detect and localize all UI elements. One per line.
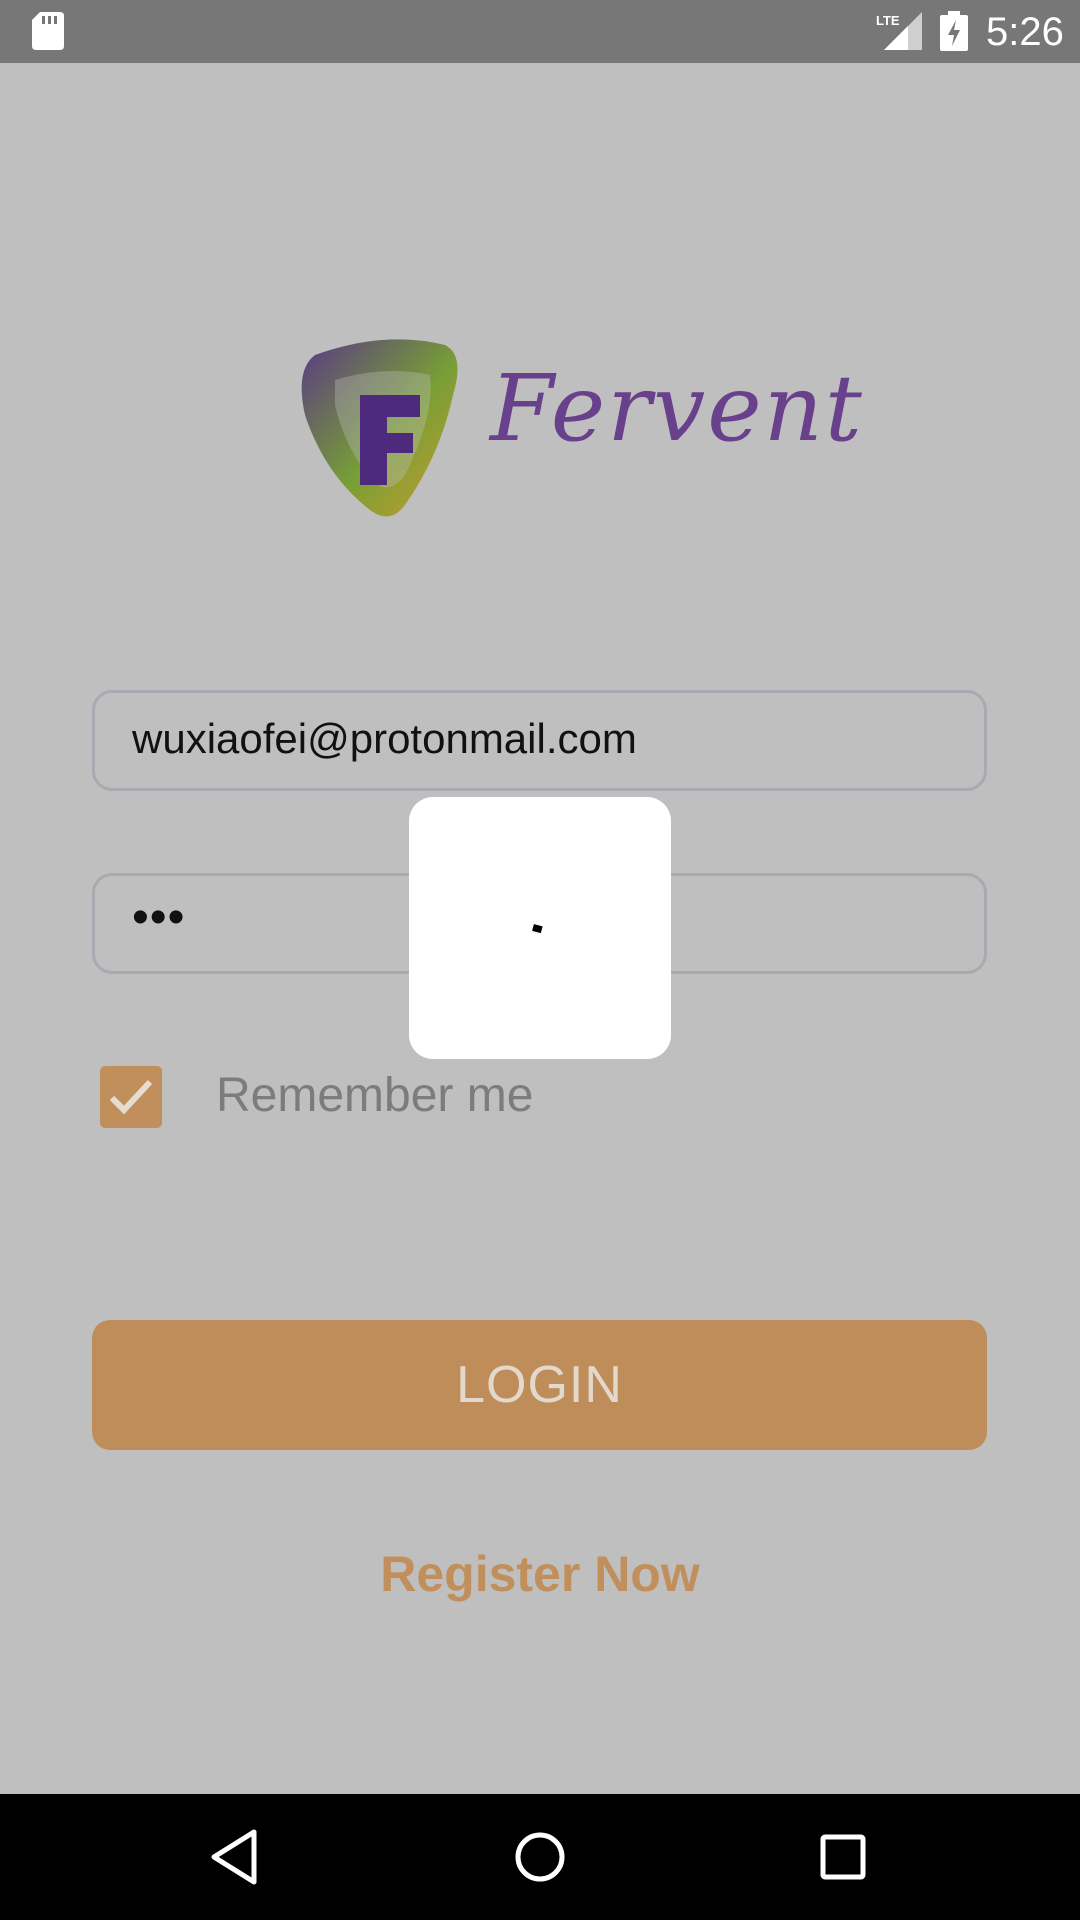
brand-wordmark: Fervent [490,355,864,462]
battery-charging-icon [940,11,968,51]
back-icon[interactable] [200,1822,270,1892]
recent-apps-icon[interactable] [808,1822,878,1892]
status-bar: LTE 5:26 [0,0,1080,63]
fervent-logo-mark [301,339,458,517]
status-time: 5:26 [986,10,1064,54]
check-icon [109,1079,153,1115]
home-icon[interactable] [505,1822,575,1892]
remember-me-checkbox[interactable] [100,1066,162,1128]
navigation-bar [0,1794,1080,1920]
loading-dialog [409,797,671,1059]
app-logo: Fervent [295,335,862,520]
login-button[interactable]: LOGIN [92,1320,987,1450]
email-value: wuxiaofei@protonmail.com [132,715,637,762]
remember-me-label: Remember me [216,1069,534,1122]
lte-signal-icon: LTE [876,12,922,50]
spinner-icon [532,924,543,934]
password-value: ••• [132,891,186,944]
email-field[interactable]: wuxiaofei@protonmail.com [92,690,987,791]
register-now-link[interactable]: Register Now [0,1545,1080,1603]
sd-card-icon [32,12,64,50]
svg-text:LTE: LTE [876,13,900,28]
